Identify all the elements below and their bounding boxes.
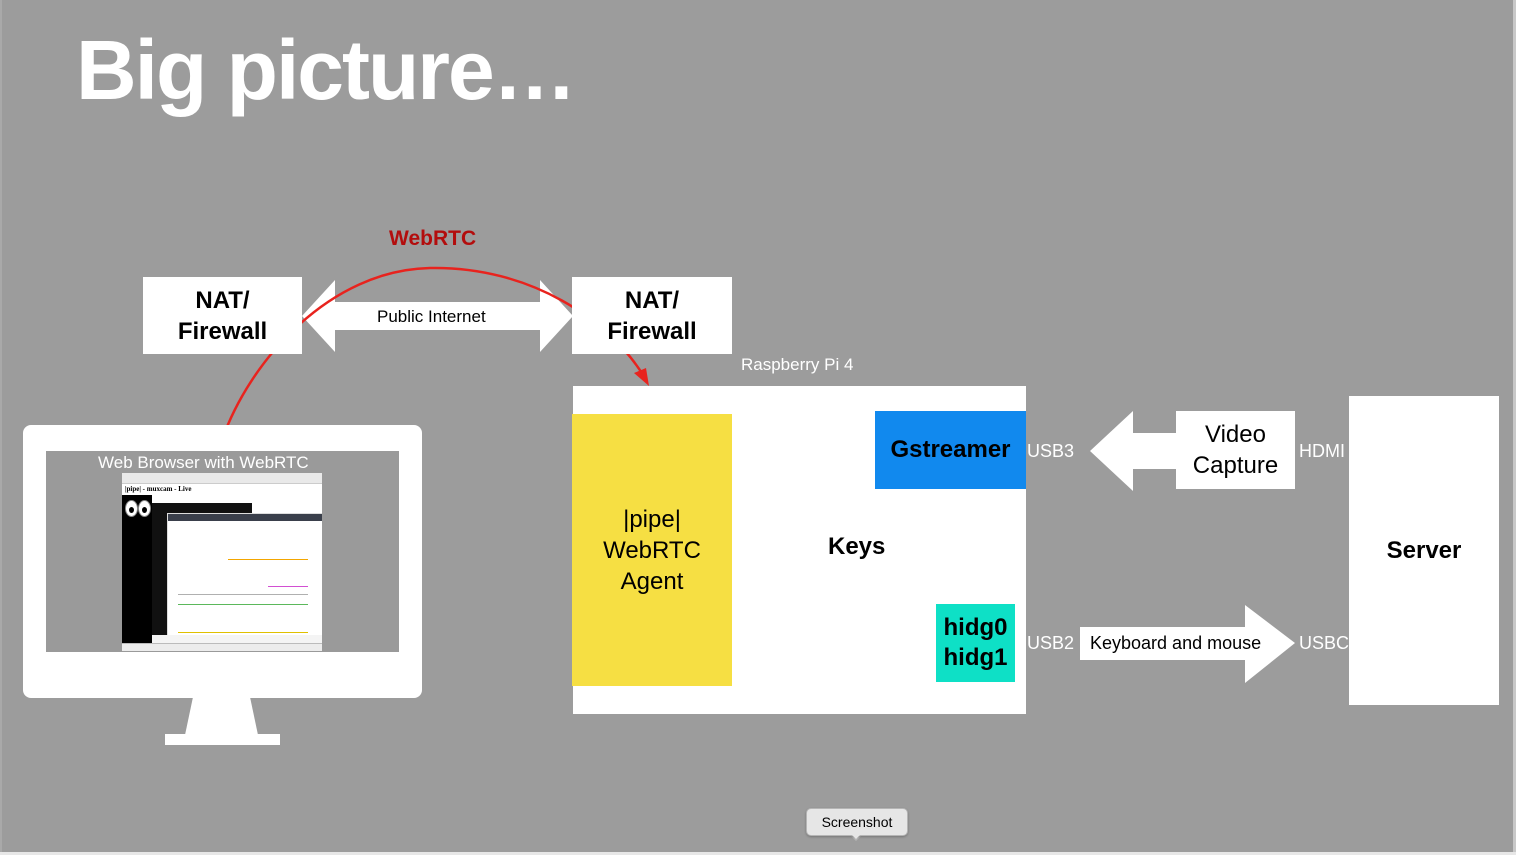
thumbnail-system-monitor (167, 513, 322, 645)
webrtc-label: WebRTC (389, 227, 477, 250)
monitor-stand (185, 697, 258, 735)
nat-firewall-right: NAT/ Firewall (572, 277, 732, 354)
hidg-box: hidg0 hidg1 (936, 604, 1015, 682)
thumbnail-eye-icon (138, 500, 151, 517)
tooltip-tail-inner (850, 833, 862, 839)
usb3-label: USB3 (1027, 441, 1075, 461)
h264-rtp-label: H264 rtp (778, 441, 848, 461)
screenshot-tooltip: Screenshot (806, 808, 908, 836)
thumbnail-statusbar (152, 635, 322, 643)
monitor-base (165, 734, 280, 745)
thumbnail-taskbar (122, 643, 322, 651)
browser-screenshot-thumbnail: |pipe| - muxcam - Live (122, 473, 322, 651)
thumbnail-terminal (122, 495, 152, 645)
mouse-kbd-label: Mouse/kbd Emulation (738, 633, 912, 653)
thumbnail-page-title: |pipe| - muxcam - Live (125, 485, 192, 493)
thumbnail-eye-icon (125, 500, 138, 517)
raspberry-pi-label: Raspberry Pi 4 (741, 355, 854, 374)
webrtc-arc-arrowhead-right (634, 368, 649, 386)
usb2-label: USB2 (1027, 633, 1075, 653)
gstreamer-box: Gstreamer (875, 411, 1026, 489)
nat-firewall-left: NAT/ Firewall (143, 277, 302, 354)
video-capture-arrow (1090, 411, 1176, 491)
server-box: Server (1349, 396, 1499, 705)
hdmi-label: HDMI (1299, 441, 1345, 461)
thumbnail-browser-toolbar (122, 473, 322, 484)
keyboard-mouse-label: Keyboard and mouse (1090, 633, 1262, 653)
keys-label: Keys (828, 533, 886, 560)
usbc-label: USBC (1299, 633, 1350, 653)
webrtc-agent-box: |pipe| WebRTC Agent (572, 414, 732, 686)
web-browser-label: Web Browser with WebRTC (98, 453, 309, 472)
public-internet-label: Public Internet (377, 307, 486, 326)
video-capture-box: Video Capture (1176, 411, 1295, 489)
